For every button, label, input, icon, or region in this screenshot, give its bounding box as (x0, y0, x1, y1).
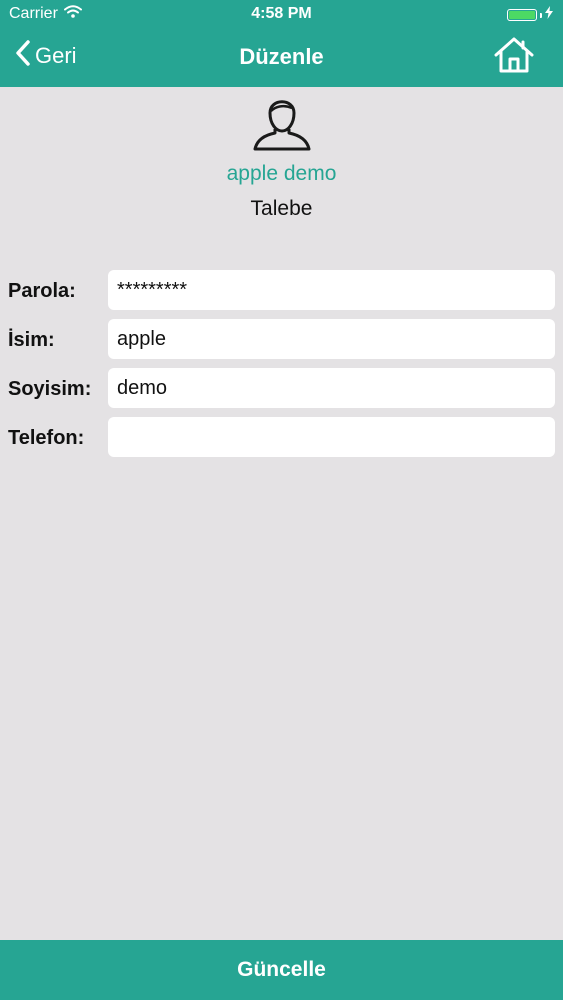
battery-icon (507, 9, 537, 21)
last-name-label: Soyisim: (8, 378, 92, 400)
password-label: Parola: (8, 280, 76, 302)
first-name-row: İsim: (0, 319, 563, 359)
password-field[interactable] (108, 270, 555, 310)
page-title: Düzenle (239, 44, 324, 69)
battery-level (509, 11, 535, 19)
app-header: Carrier 4:58 PM Geri Düzenle (0, 0, 563, 87)
user-full-name: apple demo (226, 162, 337, 185)
status-bar: Carrier 4:58 PM (0, 0, 563, 28)
phone-label: Telefon: (8, 427, 85, 449)
home-icon (493, 37, 535, 78)
profile-section: apple demo Talebe (0, 88, 563, 221)
charging-bolt-icon (545, 6, 553, 24)
phone-field[interactable] (108, 417, 555, 457)
last-name-field[interactable] (108, 368, 555, 408)
last-name-row: Soyisim: (0, 368, 563, 408)
user-role: Talebe (250, 197, 313, 220)
update-button[interactable]: Güncelle (0, 940, 563, 1000)
first-name-field[interactable] (108, 319, 555, 359)
home-button[interactable] (493, 36, 535, 79)
phone-row: Telefon: (0, 417, 563, 457)
battery-indicator (507, 6, 553, 24)
password-row: Parola: (0, 270, 563, 310)
user-avatar-icon (0, 91, 563, 151)
first-name-label: İsim: (8, 329, 55, 351)
status-time: 4:58 PM (251, 5, 312, 22)
